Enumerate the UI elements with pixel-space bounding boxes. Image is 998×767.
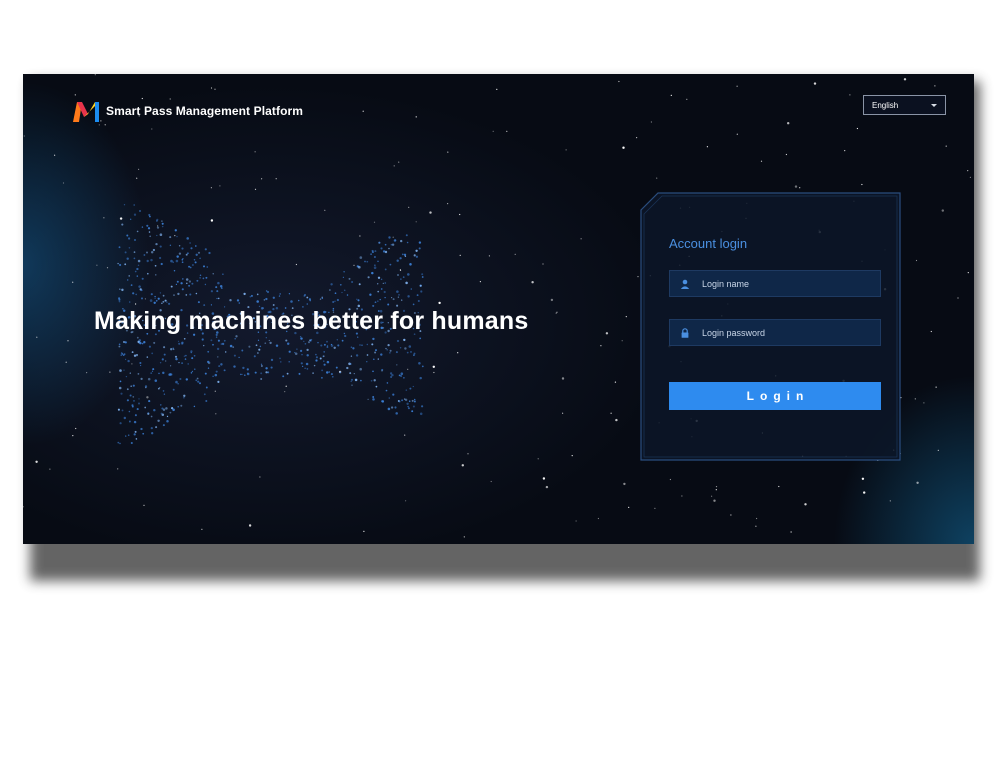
login-password-placeholder: Login password <box>702 328 766 338</box>
login-button[interactable]: Login <box>669 382 881 410</box>
m-logo-icon <box>73 102 99 122</box>
login-screen: Smart Pass Management Platform English M… <box>23 74 974 544</box>
login-name-placeholder: Login name <box>702 279 750 289</box>
language-select[interactable]: English <box>863 95 946 115</box>
login-panel: Account login Login name Login password … <box>640 192 901 461</box>
user-icon <box>680 279 690 289</box>
language-value: English <box>872 101 899 110</box>
login-name-input[interactable]: Login name <box>669 270 881 297</box>
chevron-down-icon <box>931 104 937 107</box>
lock-icon <box>681 328 689 338</box>
panel-title: Account login <box>669 236 748 251</box>
login-password-input[interactable]: Login password <box>669 319 881 346</box>
hero-tagline: Making machines better for humans <box>94 307 529 335</box>
app-title: Smart Pass Management Platform <box>106 104 304 118</box>
